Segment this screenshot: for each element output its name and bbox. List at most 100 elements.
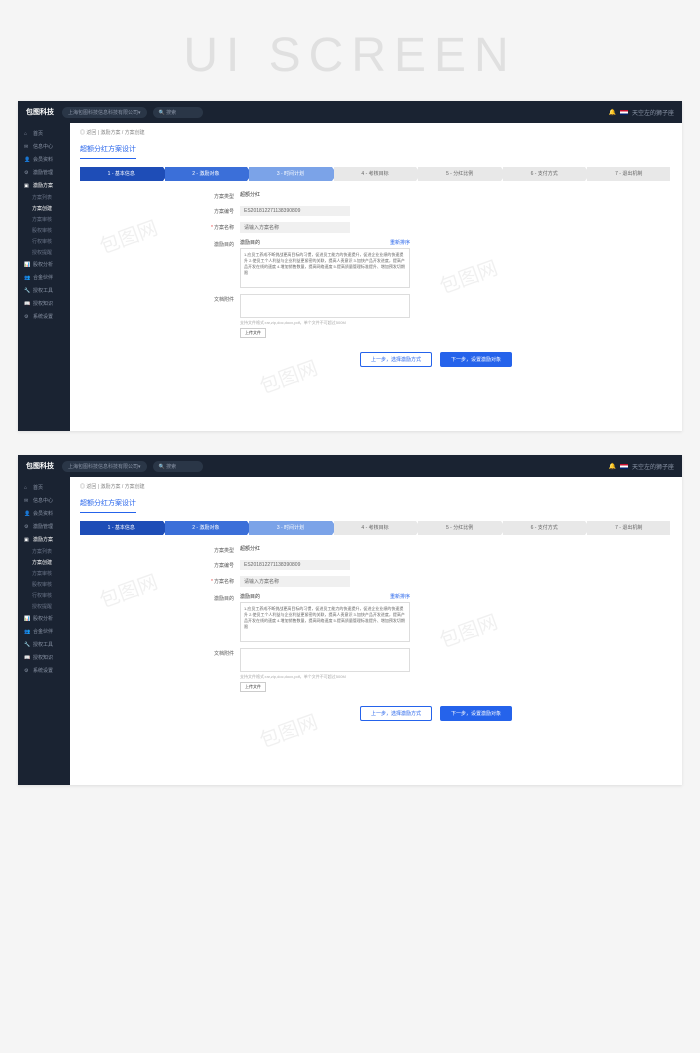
breadcrumb-home[interactable]: ◎ 返回 bbox=[80, 484, 96, 490]
button-row: 上一步，选择激励方式 下一步，设置激励对象 bbox=[80, 344, 672, 367]
sidebar-item-manage[interactable]: ⚙激励管理 bbox=[18, 520, 70, 533]
sidebar-sub-audit3[interactable]: 行权审核 bbox=[18, 590, 70, 601]
step-5[interactable]: 5 - 分红比例 bbox=[418, 167, 501, 181]
sidebar-sub-create[interactable]: 方案创建 bbox=[18, 203, 70, 214]
breadcrumb-1[interactable]: 激励方案 bbox=[100, 484, 120, 490]
topbar: 包图科技 上海包图科技信息科技有限公司▾ 🔍 搜索 🔔 天空左的狮子座 bbox=[18, 455, 682, 477]
sidebar-sub-list[interactable]: 方案列表 bbox=[18, 546, 70, 557]
sidebar-sub-remind[interactable]: 授权提醒 bbox=[18, 247, 70, 258]
chart-icon: 📊 bbox=[24, 616, 30, 622]
next-button[interactable]: 下一步，设置激励对象 bbox=[440, 706, 512, 721]
step-6[interactable]: 6 - 支付方式 bbox=[503, 167, 586, 181]
sidebar-item-analysis[interactable]: 📊股权分析 bbox=[18, 258, 70, 271]
tool-icon: 🔧 bbox=[24, 642, 30, 648]
breadcrumb-1[interactable]: 激励方案 bbox=[100, 130, 120, 136]
attach-dropzone[interactable] bbox=[240, 294, 410, 318]
step-2[interactable]: 2 - 激励对象 bbox=[165, 167, 248, 181]
code-label: 方案编号 bbox=[200, 560, 240, 569]
book-icon: 📖 bbox=[24, 655, 30, 661]
sidebar-item-partner[interactable]: 👥合金伙伴 bbox=[18, 271, 70, 284]
topbar: 包图科技 上海包图科技信息科技有限公司▾ 🔍 搜索 🔔 天空左的狮子座 bbox=[18, 101, 682, 123]
step-4[interactable]: 4 - 考核目标 bbox=[334, 167, 417, 181]
name-input[interactable]: 请输入方案名称 bbox=[240, 222, 350, 233]
sidebar-item-setting[interactable]: ⚙系统设置 bbox=[18, 664, 70, 677]
sidebar-item-know[interactable]: 📖授权知识 bbox=[18, 297, 70, 310]
code-input[interactable]: ES201812271138390809 bbox=[240, 560, 350, 570]
bell-icon[interactable]: 🔔 bbox=[609, 109, 616, 116]
sidebar-item-home[interactable]: ⌂首页 bbox=[18, 481, 70, 494]
name-input[interactable]: 请输入方案名称 bbox=[240, 576, 350, 587]
sidebar-item-info[interactable]: ✉信息中心 bbox=[18, 140, 70, 153]
sidebar-item-plan[interactable]: ▣激励方案 bbox=[18, 533, 70, 546]
sidebar-item-member[interactable]: 👤会员资料 bbox=[18, 507, 70, 520]
reorder-link[interactable]: 重新排序 bbox=[390, 593, 410, 600]
sidebar-item-tool[interactable]: 🔧授权工具 bbox=[18, 638, 70, 651]
sidebar-sub-audit2[interactable]: 股权审核 bbox=[18, 225, 70, 236]
sidebar-item-info[interactable]: ✉信息中心 bbox=[18, 494, 70, 507]
user-name[interactable]: 天空左的狮子座 bbox=[632, 462, 674, 471]
sidebar-sub-remind[interactable]: 授权提醒 bbox=[18, 601, 70, 612]
user-name[interactable]: 天空左的狮子座 bbox=[632, 108, 674, 117]
next-button[interactable]: 下一步，设置激励对象 bbox=[440, 352, 512, 367]
upload-button[interactable]: 上传文件 bbox=[240, 682, 266, 692]
step-nav: 1 - 基本信息 2 - 激励对象 3 - 时间计划 4 - 考核目标 5 - … bbox=[80, 521, 672, 535]
search-input[interactable]: 🔍 搜索 bbox=[153, 461, 203, 472]
button-row: 上一步，选择激励方式 下一步，设置激励对象 bbox=[80, 698, 672, 721]
prev-button[interactable]: 上一步，选择激励方式 bbox=[360, 706, 432, 721]
sidebar-sub-audit2[interactable]: 股权审核 bbox=[18, 579, 70, 590]
company-selector[interactable]: 上海包图科技信息科技有限公司▾ bbox=[62, 461, 147, 472]
sidebar-item-member[interactable]: 👤会员资料 bbox=[18, 153, 70, 166]
sidebar-sub-audit1[interactable]: 方案审核 bbox=[18, 214, 70, 225]
step-6[interactable]: 6 - 支付方式 bbox=[503, 521, 586, 535]
reorder-link[interactable]: 重新排序 bbox=[390, 239, 410, 246]
chart-icon: 📊 bbox=[24, 262, 30, 268]
step-7[interactable]: 7 - 退出机制 bbox=[587, 521, 670, 535]
sidebar-item-partner[interactable]: 👥合金伙伴 bbox=[18, 625, 70, 638]
bell-icon[interactable]: 🔔 bbox=[609, 463, 616, 470]
background-title: UI SCREEN bbox=[0, 0, 700, 101]
sidebar-sub-list[interactable]: 方案列表 bbox=[18, 192, 70, 203]
step-1[interactable]: 1 - 基本信息 bbox=[80, 521, 163, 535]
name-label: 方案名称 bbox=[200, 222, 240, 231]
preview-panel-1: 包图科技 上海包图科技信息科技有限公司▾ 🔍 搜索 🔔 天空左的狮子座 ⌂首页 … bbox=[18, 101, 682, 431]
page-title: 超额分红方案设计 bbox=[80, 140, 136, 159]
attach-hint: 支持文件格式:rar,zip,doc,docx,pdf，单个文件不可超过500M bbox=[240, 674, 410, 680]
step-1[interactable]: 1 - 基本信息 bbox=[80, 167, 163, 181]
breadcrumb-home[interactable]: ◎ 返回 bbox=[80, 130, 96, 136]
company-selector[interactable]: 上海包图科技信息科技有限公司▾ bbox=[62, 107, 147, 118]
step-3[interactable]: 3 - 时间计划 bbox=[249, 521, 332, 535]
code-input[interactable]: ES201812271138390809 bbox=[240, 206, 350, 216]
sidebar-item-know[interactable]: 📖授权知识 bbox=[18, 651, 70, 664]
type-label: 方案类型 bbox=[200, 191, 240, 200]
setting-icon: ⚙ bbox=[24, 314, 30, 320]
sidebar-item-tool[interactable]: 🔧授权工具 bbox=[18, 284, 70, 297]
sidebar-item-setting[interactable]: ⚙系统设置 bbox=[18, 310, 70, 323]
sidebar-sub-audit1[interactable]: 方案审核 bbox=[18, 568, 70, 579]
step-2[interactable]: 2 - 激励对象 bbox=[165, 521, 248, 535]
attach-dropzone[interactable] bbox=[240, 648, 410, 672]
team-icon: 👥 bbox=[24, 629, 30, 635]
main-content: ◎ 返回 | 激励方案 / 方案创建 超额分红方案设计 1 - 基本信息 2 -… bbox=[70, 477, 682, 785]
gear-icon: ⚙ bbox=[24, 170, 30, 176]
setting-icon: ⚙ bbox=[24, 668, 30, 674]
target-textarea[interactable]: 1.应员工养成不断挑战更高目标的习惯，促进员工能力的快速提升，促进企业业绩的快速… bbox=[240, 602, 410, 642]
attach-hint: 支持文件格式:rar,zip,doc,docx,pdf，单个文件不可超过500M bbox=[240, 320, 410, 326]
upload-button[interactable]: 上传文件 bbox=[240, 328, 266, 338]
sidebar-item-analysis[interactable]: 📊股权分析 bbox=[18, 612, 70, 625]
prev-button[interactable]: 上一步，选择激励方式 bbox=[360, 352, 432, 367]
sidebar-item-home[interactable]: ⌂首页 bbox=[18, 127, 70, 140]
target-textarea[interactable]: 1.应员工养成不断挑战更高目标的习惯，促进员工能力的快速提升，促进企业业绩的快速… bbox=[240, 248, 410, 288]
home-icon: ⌂ bbox=[24, 131, 30, 137]
search-input[interactable]: 🔍 搜索 bbox=[153, 107, 203, 118]
gear-icon: ⚙ bbox=[24, 524, 30, 530]
step-4[interactable]: 4 - 考核目标 bbox=[334, 521, 417, 535]
sidebar-sub-audit3[interactable]: 行权审核 bbox=[18, 236, 70, 247]
step-nav: 1 - 基本信息 2 - 激励对象 3 - 时间计划 4 - 考核目标 5 - … bbox=[80, 167, 672, 181]
step-3[interactable]: 3 - 时间计划 bbox=[249, 167, 332, 181]
form: 方案类型超额分红 方案编号ES201812271138390809 方案名称请输… bbox=[80, 191, 672, 338]
step-7[interactable]: 7 - 退出机制 bbox=[587, 167, 670, 181]
sidebar-item-plan[interactable]: ▣激励方案 bbox=[18, 179, 70, 192]
step-5[interactable]: 5 - 分红比例 bbox=[418, 521, 501, 535]
sidebar-sub-create[interactable]: 方案创建 bbox=[18, 557, 70, 568]
sidebar-item-manage[interactable]: ⚙激励管理 bbox=[18, 166, 70, 179]
